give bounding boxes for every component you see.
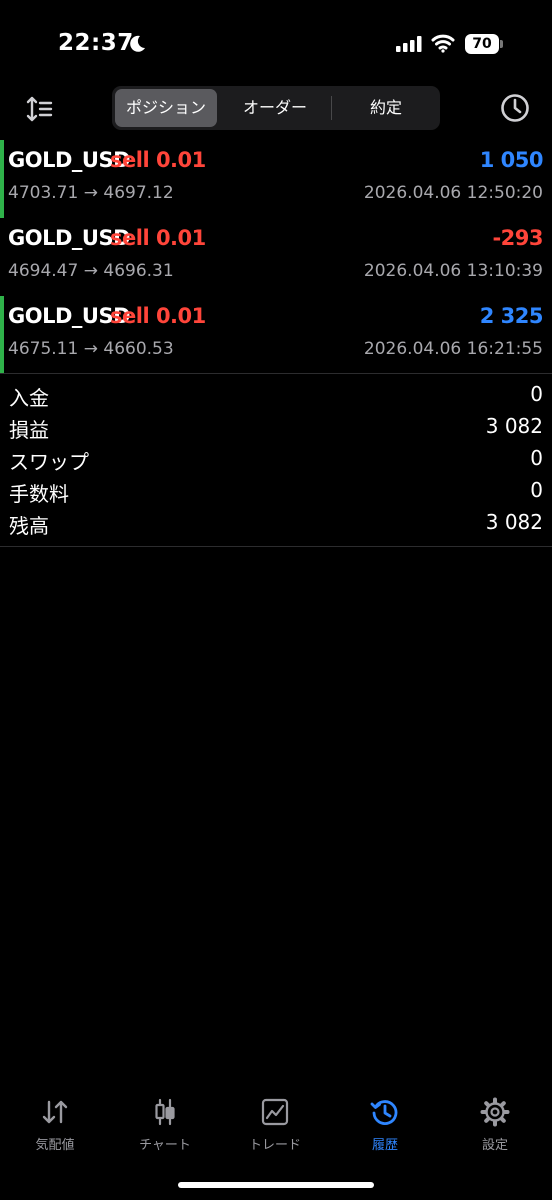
- summary-value: 0: [530, 382, 543, 406]
- tab-label: チャート: [139, 1138, 191, 1153]
- summary-label: 損益: [9, 418, 49, 442]
- clock-history-icon[interactable]: [499, 92, 531, 124]
- tab-label: 履歴: [371, 1138, 398, 1153]
- open-price: 4703.71: [8, 183, 79, 203]
- close-price: 4660.53: [103, 339, 174, 359]
- wifi-icon: [431, 34, 455, 53]
- summary-section: 入金 0 損益 3 082 スワップ 0 手数料 0 残高 3 082: [0, 380, 552, 540]
- position-row[interactable]: GOLD_USD sell 0.01 2 325 4675.11 → 4660.…: [0, 296, 552, 374]
- position-profit: -293: [492, 226, 543, 250]
- tab-orders[interactable]: オーダー: [220, 89, 330, 127]
- bottom-tab-bar: 気配値 チャート トレード 履歴 設定: [0, 1090, 552, 1160]
- position-profit: 2 325: [479, 304, 544, 328]
- position-prices: 4694.47 → 4696.31: [8, 261, 174, 281]
- segmented-control: ポジション オーダー 約定: [112, 86, 440, 130]
- home-indicator: [178, 1182, 374, 1188]
- tab-positions[interactable]: ポジション: [115, 89, 217, 127]
- candlestick-icon: [155, 1098, 175, 1126]
- status-bar: 22:37 70: [0, 0, 552, 88]
- position-prices: 4703.71 → 4697.12: [8, 183, 174, 203]
- summary-value: 3 082: [485, 414, 543, 438]
- history-icon: [370, 1100, 398, 1125]
- position-side: sell 0.01: [110, 148, 206, 172]
- tab-label: トレード: [248, 1138, 301, 1153]
- tab-quotes[interactable]: 気配値: [0, 1090, 110, 1160]
- position-side: sell 0.01: [110, 304, 206, 328]
- gear-icon: [480, 1097, 510, 1127]
- position-list: GOLD_USD sell 0.01 1 050 4703.71 → 4697.…: [0, 140, 552, 374]
- tab-settings[interactable]: 設定: [440, 1090, 550, 1160]
- summary-value: 3 082: [485, 510, 543, 534]
- tab-label: 設定: [481, 1138, 508, 1153]
- summary-row-commission: 手数料 0: [0, 476, 552, 508]
- open-price: 4694.47: [8, 261, 79, 281]
- summary-value: 0: [530, 446, 543, 470]
- position-indicator-bar: [0, 296, 4, 374]
- arrows-updown-icon: [42, 1100, 68, 1124]
- open-price: 4675.11: [8, 339, 79, 359]
- close-price: 4696.31: [103, 261, 174, 281]
- summary-label: 手数料: [9, 482, 69, 506]
- position-time: 2026.04.06 12:50:20: [363, 183, 543, 203]
- summary-label: 入金: [9, 386, 49, 410]
- tab-trade[interactable]: トレード: [220, 1090, 330, 1160]
- moon-icon: [130, 35, 145, 52]
- position-time: 2026.04.06 16:21:55: [363, 339, 543, 359]
- tab-history[interactable]: 履歴: [330, 1090, 440, 1160]
- cellular-signal-icon: [396, 36, 422, 52]
- battery-cap: [500, 40, 503, 48]
- summary-value: 0: [530, 478, 543, 502]
- sort-icon[interactable]: [24, 94, 54, 124]
- summary-row-swap: スワップ 0: [0, 444, 552, 476]
- tab-label: 気配値: [35, 1138, 75, 1153]
- position-row[interactable]: GOLD_USD sell 0.01 1 050 4703.71 → 4697.…: [0, 140, 552, 218]
- position-prices: 4675.11 → 4660.53: [8, 339, 174, 359]
- divider: [0, 546, 552, 547]
- summary-label: 残高: [9, 514, 49, 538]
- summary-row-deposit: 入金 0: [0, 380, 552, 412]
- divider: [0, 373, 552, 374]
- tab-chart[interactable]: チャート: [110, 1090, 220, 1160]
- position-profit: 1 050: [479, 148, 544, 172]
- position-time: 2026.04.06 13:10:39: [363, 261, 543, 281]
- toolbar: ポジション オーダー 約定: [0, 86, 552, 132]
- position-row[interactable]: GOLD_USD sell 0.01 -293 4694.47 → 4696.3…: [0, 218, 552, 296]
- tab-deals[interactable]: 約定: [334, 89, 438, 127]
- summary-label: スワップ: [9, 450, 89, 474]
- position-side: sell 0.01: [110, 226, 206, 250]
- position-indicator-bar: [0, 140, 4, 218]
- trade-chart-icon: [261, 1098, 289, 1126]
- battery-indicator: 70: [465, 34, 499, 54]
- close-price: 4697.12: [103, 183, 174, 203]
- segment-divider: [331, 96, 332, 120]
- summary-row-balance: 残高 3 082: [0, 508, 552, 540]
- status-time: 22:37: [58, 30, 134, 56]
- summary-row-profit: 損益 3 082: [0, 412, 552, 444]
